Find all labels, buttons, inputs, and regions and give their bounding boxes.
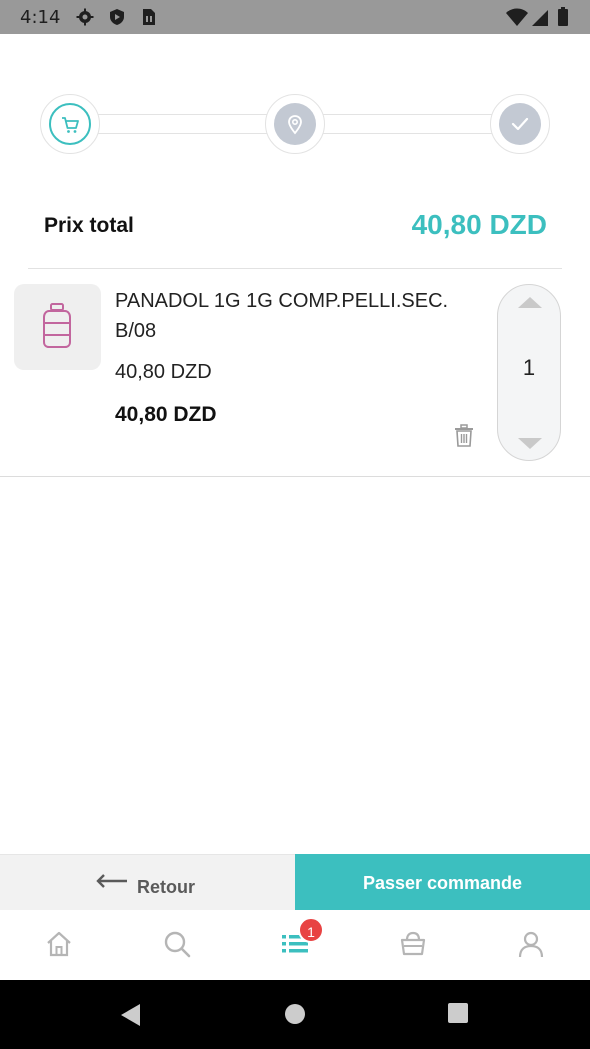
system-navigation-bar [0,980,590,1049]
search-icon [164,931,191,958]
product-unit-price: 40,80 DZD [115,361,212,383]
shield-icon [110,9,124,25]
bottom-navigation: 1 [0,910,590,980]
trash-icon[interactable] [453,424,475,448]
arrow-left-icon [96,874,127,888]
settings-icon [76,8,94,26]
place-order-label: Passer commande [362,873,523,893]
sim-icon [143,9,155,25]
basket-icon [400,931,426,956]
user-icon [518,931,544,958]
place-order-button[interactable]: Passer commande [295,854,590,910]
increase-quantity-button[interactable] [517,295,543,309]
cart-icon [62,117,79,133]
recents-square-icon[interactable] [447,1002,469,1024]
nav-profile[interactable] [511,929,551,963]
decrease-quantity-button[interactable] [517,437,543,451]
quantity-value: 1 [522,355,536,380]
product-thumbnail[interactable] [14,284,101,370]
total-label: Prix total [44,214,134,237]
nav-search[interactable] [157,929,197,963]
quantity-stepper: 1 [497,284,561,461]
check-icon [511,117,529,131]
step-address[interactable] [265,94,325,154]
status-bar: 4:14 [0,0,590,34]
wifi-signal-battery-icons [506,7,568,26]
step-confirm[interactable] [490,94,550,154]
nav-basket[interactable] [393,929,433,963]
back-button-label: Retour [137,877,195,897]
home-icon [47,931,71,957]
back-triangle-icon[interactable] [118,1002,142,1028]
medicine-bottle-icon [43,303,71,348]
cart-count-badge: 1 [298,917,324,943]
status-time: 4:14 [20,7,61,28]
total-value: 40,80 DZD [411,209,547,240]
product-name[interactable]: PANADOL 1G 1G COMP.PELLI.SEC. B/08 [115,286,485,346]
checkout-stepper [40,94,550,156]
home-circle-icon[interactable] [283,1002,307,1026]
divider [0,476,590,477]
location-pin-icon [288,115,302,135]
step-cart[interactable] [40,94,100,154]
divider [28,268,562,269]
back-button[interactable]: Retour [0,854,295,910]
product-line-total: 40,80 DZD [115,403,217,426]
nav-home[interactable] [39,929,79,963]
